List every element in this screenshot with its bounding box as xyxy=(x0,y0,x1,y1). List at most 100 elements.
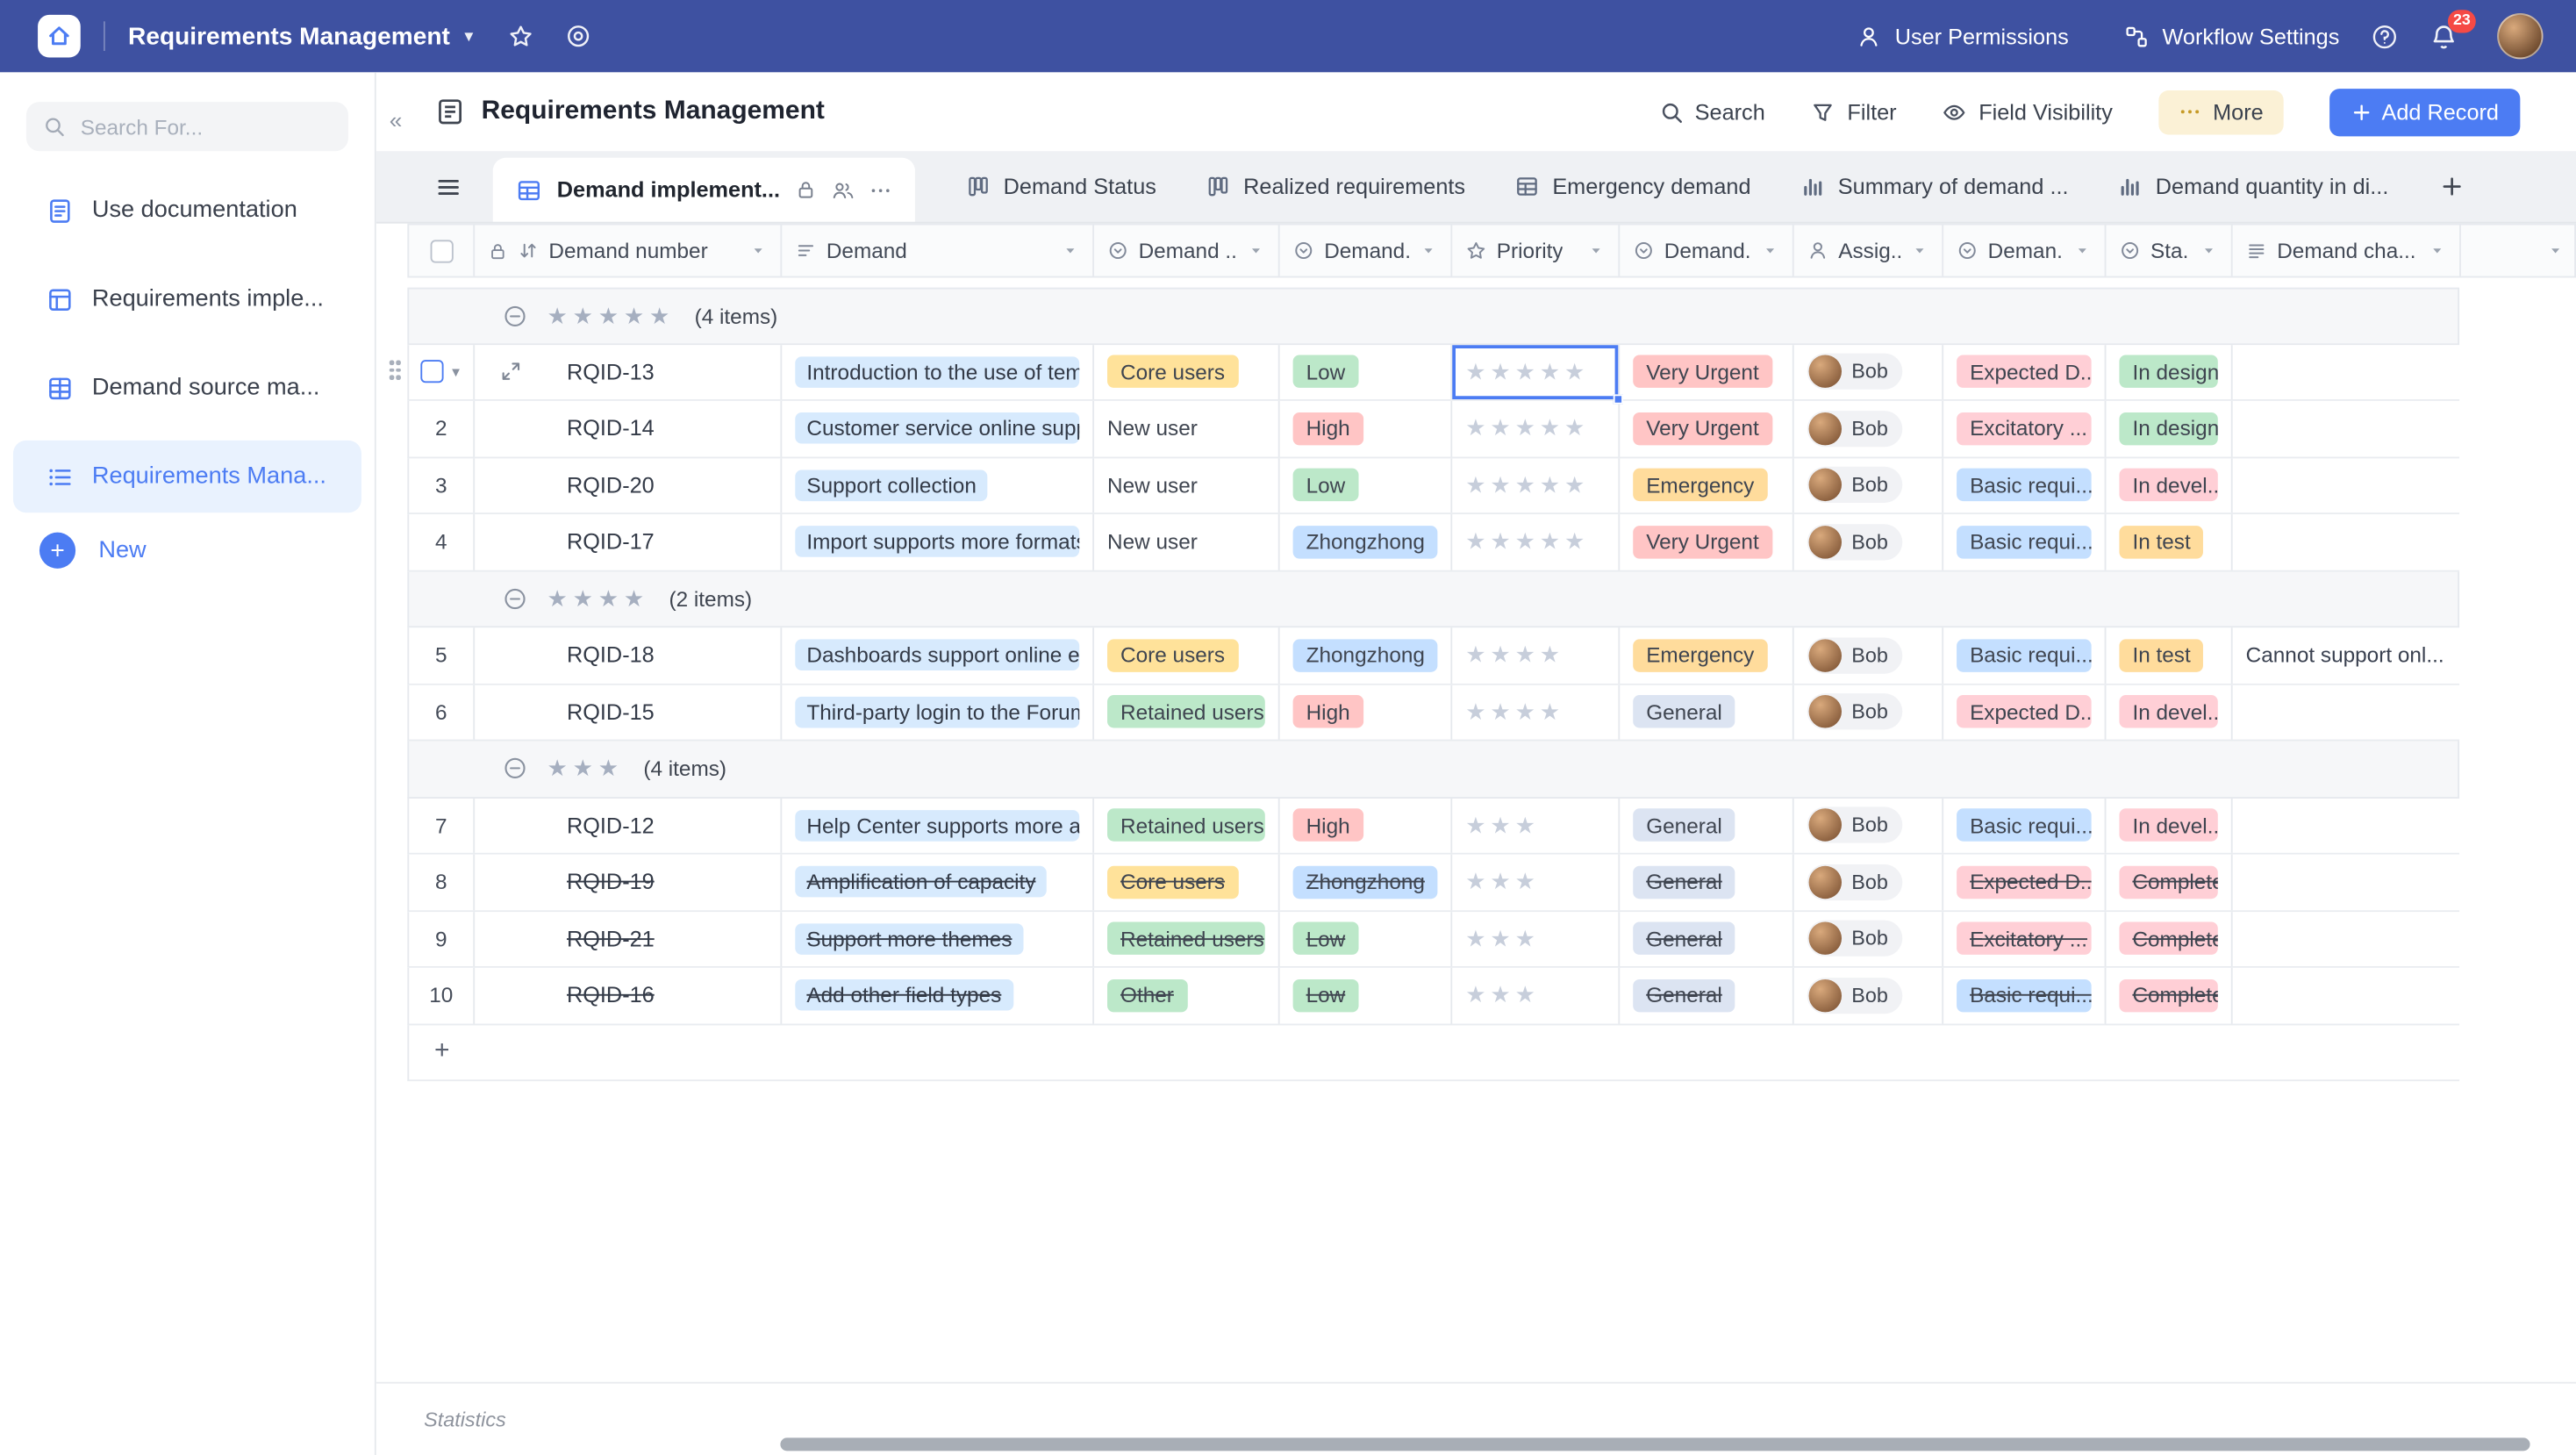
cell-status[interactable]: In devel... xyxy=(2106,457,2232,512)
add-row-button[interactable]: + xyxy=(407,1024,2459,1081)
cell-priority[interactable]: ★★★★ xyxy=(1452,684,1620,740)
column-header-8[interactable]: Deman... xyxy=(1943,226,2106,276)
cell-demand-user[interactable]: New user xyxy=(1094,401,1280,456)
cell-demand-type[interactable]: Basic requi... xyxy=(1943,627,2106,683)
notifications-bell-icon[interactable]: 23 xyxy=(2429,22,2458,50)
cell-assignee[interactable]: Bob xyxy=(1794,514,1943,570)
cell-demand-level[interactable]: High xyxy=(1280,401,1453,456)
cell-demand-user[interactable]: Retained users xyxy=(1094,798,1280,853)
priority-stars[interactable]: ★★★★★ xyxy=(1465,528,1589,556)
row-number-cell[interactable]: 6 xyxy=(409,684,475,740)
chevron-down-icon[interactable] xyxy=(2428,241,2446,260)
search-input[interactable] xyxy=(77,112,332,140)
collapse-group-icon[interactable] xyxy=(503,304,527,328)
row-number-cell[interactable]: 9 xyxy=(409,911,475,966)
expand-record-icon[interactable] xyxy=(499,361,522,383)
row-number-cell[interactable]: 7 xyxy=(409,798,475,853)
cell-assignee[interactable]: Bob xyxy=(1794,684,1943,740)
chevron-down-icon[interactable] xyxy=(1911,241,1929,260)
cell-demand-user[interactable]: New user xyxy=(1094,457,1280,512)
priority-stars[interactable]: ★★★ xyxy=(1465,925,1540,953)
cell-demand-change[interactable] xyxy=(2233,855,2461,910)
cell-priority[interactable]: ★★★ xyxy=(1452,968,1620,1023)
collapse-group-icon[interactable] xyxy=(503,756,527,781)
cell-demand-user[interactable]: New user xyxy=(1094,514,1280,570)
cell-demand-type[interactable]: Expected D... xyxy=(1943,855,2106,910)
cell-priority[interactable]: ★★★★★ xyxy=(1452,514,1620,570)
row-number-cell[interactable]: 3 xyxy=(409,457,475,512)
add-record-button[interactable]: Add Record xyxy=(2329,88,2521,135)
cell-priority[interactable]: ★★★★ xyxy=(1452,627,1620,683)
cell-priority[interactable]: ★★★★★ xyxy=(1452,344,1620,399)
cell-demand-level[interactable]: Zhongzhong xyxy=(1280,855,1453,910)
priority-stars[interactable]: ★★★ xyxy=(1465,981,1540,1009)
cell-demand-urgency[interactable]: Emergency xyxy=(1620,627,1793,683)
cell-demand-change[interactable] xyxy=(2233,968,2461,1023)
cell-demand-change[interactable] xyxy=(2233,514,2461,570)
cell-priority[interactable]: ★★★★★ xyxy=(1452,401,1620,456)
view-tab-demand-quantity-in-di[interactable]: Demand quantity in di... xyxy=(2118,174,2389,198)
cell-demand-change[interactable] xyxy=(2233,344,2461,399)
cell-status[interactable]: In design xyxy=(2106,401,2232,456)
cell-demand-number[interactable]: RQID-21 xyxy=(475,911,782,966)
priority-stars[interactable]: ★★★★★ xyxy=(1465,471,1589,499)
column-header-9[interactable]: Sta... xyxy=(2106,226,2232,276)
column-header-trailing[interactable] xyxy=(2461,226,2576,276)
cell-demand-urgency[interactable]: General xyxy=(1620,968,1793,1023)
cell-fill-handle[interactable] xyxy=(1614,394,1623,404)
view-tab-emergency-demand[interactable]: Emergency demand xyxy=(1514,174,1750,198)
cell-status[interactable]: In test xyxy=(2106,627,2232,683)
cell-demand[interactable]: Add other field types xyxy=(782,968,1094,1023)
view-tab-active[interactable]: Demand implement... xyxy=(493,158,915,222)
cell-assignee[interactable]: Bob xyxy=(1794,344,1943,399)
field-visibility-button[interactable]: Field Visibility xyxy=(1943,99,2113,124)
cell-priority[interactable]: ★★★ xyxy=(1452,798,1620,853)
chevron-down-icon[interactable] xyxy=(1761,241,1779,260)
column-header-2[interactable]: Demand xyxy=(782,226,1094,276)
select-all-checkbox[interactable] xyxy=(430,239,453,262)
cell-demand[interactable]: Introduction to the use of tem xyxy=(782,344,1094,399)
cell-priority[interactable]: ★★★ xyxy=(1452,911,1620,966)
help-icon[interactable] xyxy=(2371,22,2399,50)
cell-demand-urgency[interactable]: Emergency xyxy=(1620,457,1793,512)
column-header-10[interactable]: Demand cha... xyxy=(2233,226,2461,276)
chevron-down-icon[interactable] xyxy=(2200,241,2218,260)
row-number-cell[interactable]: 10 xyxy=(409,968,475,1023)
cell-demand-user[interactable]: Core users xyxy=(1094,344,1280,399)
user-avatar[interactable] xyxy=(2497,13,2543,59)
add-view-icon[interactable] xyxy=(2439,174,2464,198)
cell-status[interactable]: In devel... xyxy=(2106,798,2232,853)
collapse-group-icon[interactable] xyxy=(503,586,527,611)
cell-demand[interactable]: Third-party login to the Forum xyxy=(782,684,1094,740)
cell-assignee[interactable]: Bob xyxy=(1794,457,1943,512)
priority-stars[interactable]: ★★★★ xyxy=(1465,641,1564,670)
chevron-down-icon[interactable] xyxy=(1587,241,1606,260)
cell-demand[interactable]: Support more themes xyxy=(782,911,1094,966)
column-header-6[interactable]: Demand... xyxy=(1620,226,1793,276)
cell-demand-type[interactable]: Excitatory ... xyxy=(1943,911,2106,966)
cell-assignee[interactable]: Bob xyxy=(1794,627,1943,683)
chevron-down-icon[interactable] xyxy=(2546,241,2565,260)
cell-demand-change[interactable]: Cannot support onl... xyxy=(2233,627,2461,683)
cell-demand-type[interactable]: Excitatory ... xyxy=(1943,401,2106,456)
chevron-down-icon[interactable] xyxy=(1062,241,1080,260)
cell-demand-level[interactable]: Zhongzhong xyxy=(1280,627,1453,683)
cell-assignee[interactable]: Bob xyxy=(1794,798,1943,853)
sidebar-collapse-icon[interactable]: « xyxy=(380,105,412,135)
sidebar-item-requirements-mana[interactable]: Requirements Mana... xyxy=(13,441,361,512)
cell-demand-type[interactable]: Basic requi... xyxy=(1943,968,2106,1023)
cell-demand[interactable]: Customer service online supp xyxy=(782,401,1094,456)
workflow-settings-button[interactable]: Workflow Settings xyxy=(2124,24,2339,48)
user-permissions-button[interactable]: User Permissions xyxy=(1857,24,2069,48)
cell-demand-level[interactable]: Low xyxy=(1280,911,1453,966)
cell-demand-urgency[interactable]: General xyxy=(1620,684,1793,740)
chevron-down-icon[interactable] xyxy=(1247,241,1265,260)
cell-demand-number[interactable]: RQID-19 xyxy=(475,855,782,910)
cell-demand-urgency[interactable]: General xyxy=(1620,798,1793,853)
chevron-down-icon[interactable] xyxy=(749,241,768,260)
cell-demand-user[interactable]: Retained users xyxy=(1094,911,1280,966)
cell-demand-level[interactable]: Low xyxy=(1280,968,1453,1023)
cell-assignee[interactable]: Bob xyxy=(1794,855,1943,910)
cell-demand-number[interactable]: RQID-18 xyxy=(475,627,782,683)
cell-assignee[interactable]: Bob xyxy=(1794,401,1943,456)
